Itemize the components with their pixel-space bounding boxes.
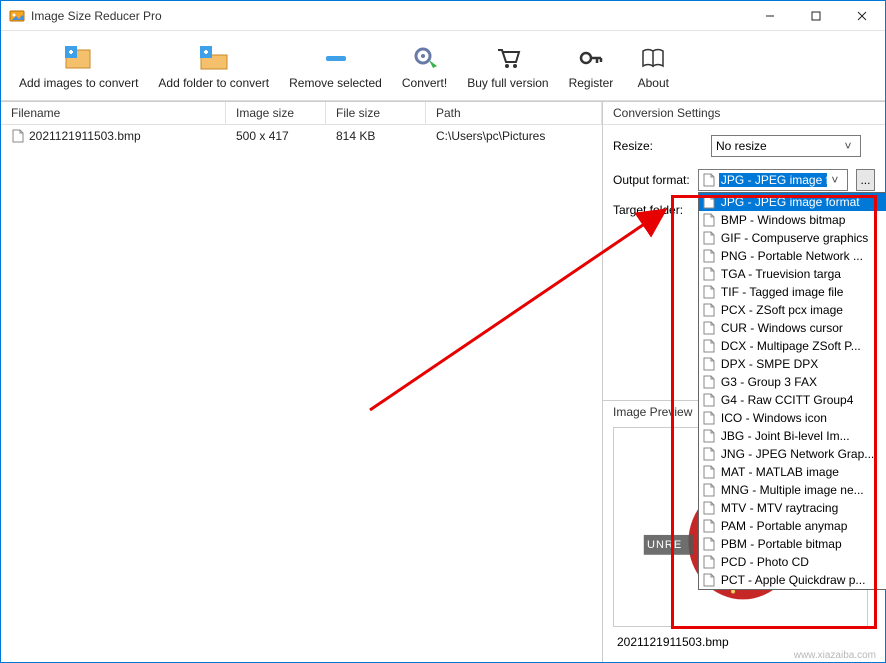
add-folder-icon (198, 42, 230, 74)
chevron-down-icon: ˅ (840, 139, 856, 153)
convert-button[interactable]: Convert! (394, 38, 455, 94)
file-icon (703, 375, 717, 389)
format-option[interactable]: JBG - Joint Bi-level Im... (699, 427, 886, 445)
window-title: Image Size Reducer Pro (31, 9, 747, 23)
close-button[interactable] (839, 1, 885, 30)
file-icon (703, 447, 717, 461)
format-option[interactable]: TGA - Truevision targa (699, 265, 886, 283)
title-bar: Image Size Reducer Pro (1, 1, 885, 31)
format-option[interactable]: MNG - Multiple image ne... (699, 481, 886, 499)
book-icon (637, 42, 669, 74)
preview-banner-text: UNRE (647, 539, 682, 551)
add-folder-button[interactable]: Add folder to convert (150, 38, 277, 94)
app-icon (9, 8, 25, 24)
minimize-button[interactable] (747, 1, 793, 30)
resize-label: Resize: (613, 139, 703, 153)
main-toolbar: Add images to convert Add folder to conv… (1, 31, 885, 101)
chevron-down-icon: ˅ (827, 173, 843, 187)
format-option[interactable]: G4 - Raw CCITT Group4 (699, 391, 886, 409)
file-icon (703, 519, 717, 533)
file-icon (703, 555, 717, 569)
file-icon (703, 321, 717, 335)
format-option[interactable]: BMP - Windows bitmap (699, 211, 886, 229)
conversion-settings-panel: Conversion Settings Resize: No resize ˅ … (603, 101, 885, 662)
settings-title: Conversion Settings (603, 102, 885, 125)
file-icon (703, 285, 717, 299)
file-icon (703, 483, 717, 497)
target-folder-label: Target folder: (613, 203, 703, 217)
file-icon (703, 537, 717, 551)
file-icon (703, 573, 717, 587)
format-option[interactable]: MAT - MATLAB image (699, 463, 886, 481)
maximize-button[interactable] (793, 1, 839, 30)
file-icon (703, 339, 717, 353)
file-icon (703, 411, 717, 425)
file-icon (703, 249, 717, 263)
format-option[interactable]: CUR - Windows cursor (699, 319, 886, 337)
file-list-panel: Filename Image size File size Path 20211… (1, 101, 603, 662)
format-option[interactable]: JPG - JPEG image format (699, 193, 886, 211)
file-icon (703, 465, 717, 479)
add-image-icon (63, 42, 95, 74)
output-format-dropdown[interactable]: JPG - JPEG image formatBMP - Windows bit… (698, 192, 886, 590)
table-row[interactable]: 2021121911503.bmp500 x 417814 KBC:\Users… (1, 125, 602, 147)
file-icon (703, 231, 717, 245)
register-button[interactable]: Register (561, 38, 622, 94)
table-header: Filename Image size File size Path (1, 101, 602, 125)
output-format-label: Output format: (613, 173, 690, 187)
remove-icon (320, 42, 352, 74)
format-option[interactable]: DCX - Multipage ZSoft P... (699, 337, 886, 355)
column-image-size[interactable]: Image size (226, 102, 326, 124)
format-option[interactable]: G3 - Group 3 FAX (699, 373, 886, 391)
add-images-button[interactable]: Add images to convert (11, 38, 146, 94)
column-filename[interactable]: Filename (1, 102, 226, 124)
format-option[interactable]: JNG - JPEG Network Grap... (699, 445, 886, 463)
file-icon (703, 195, 717, 209)
format-option[interactable]: PCT - Apple Quickdraw p... (699, 571, 886, 589)
resize-combobox[interactable]: No resize ˅ (711, 135, 861, 157)
file-icon (703, 429, 717, 443)
key-icon (575, 42, 607, 74)
column-path[interactable]: Path (426, 102, 602, 124)
format-option[interactable]: MTV - MTV raytracing (699, 499, 886, 517)
format-option[interactable]: PCX - ZSoft pcx image (699, 301, 886, 319)
file-icon (703, 173, 715, 187)
file-icon (11, 129, 25, 143)
file-icon (703, 267, 717, 281)
output-format-combobox[interactable]: JPG - JPEG image format ˅ JPG - JPEG ima… (698, 169, 848, 191)
watermark: www.xiazaiba.com (794, 650, 876, 661)
remove-selected-button[interactable]: Remove selected (281, 38, 390, 94)
format-option[interactable]: GIF - Compuserve graphics (699, 229, 886, 247)
buy-button[interactable]: Buy full version (459, 38, 556, 94)
format-option[interactable]: PNG - Portable Network ... (699, 247, 886, 265)
gear-run-icon (409, 42, 441, 74)
file-icon (703, 501, 717, 515)
table-body[interactable]: 2021121911503.bmp500 x 417814 KBC:\Users… (1, 125, 602, 662)
format-option[interactable]: PBM - Portable bitmap (699, 535, 886, 553)
format-option[interactable]: DPX - SMPE DPX (699, 355, 886, 373)
file-icon (703, 357, 717, 371)
cart-icon (492, 42, 524, 74)
about-button[interactable]: About (625, 38, 681, 94)
format-option[interactable]: PCD - Photo CD (699, 553, 886, 571)
file-icon (703, 303, 717, 317)
format-option[interactable]: TIF - Tagged image file (699, 283, 886, 301)
file-icon (703, 393, 717, 407)
output-format-browse-button[interactable]: ... (856, 169, 875, 191)
format-option[interactable]: PAM - Portable anymap (699, 517, 886, 535)
format-option[interactable]: ICO - Windows icon (699, 409, 886, 427)
file-icon (703, 213, 717, 227)
column-file-size[interactable]: File size (326, 102, 426, 124)
